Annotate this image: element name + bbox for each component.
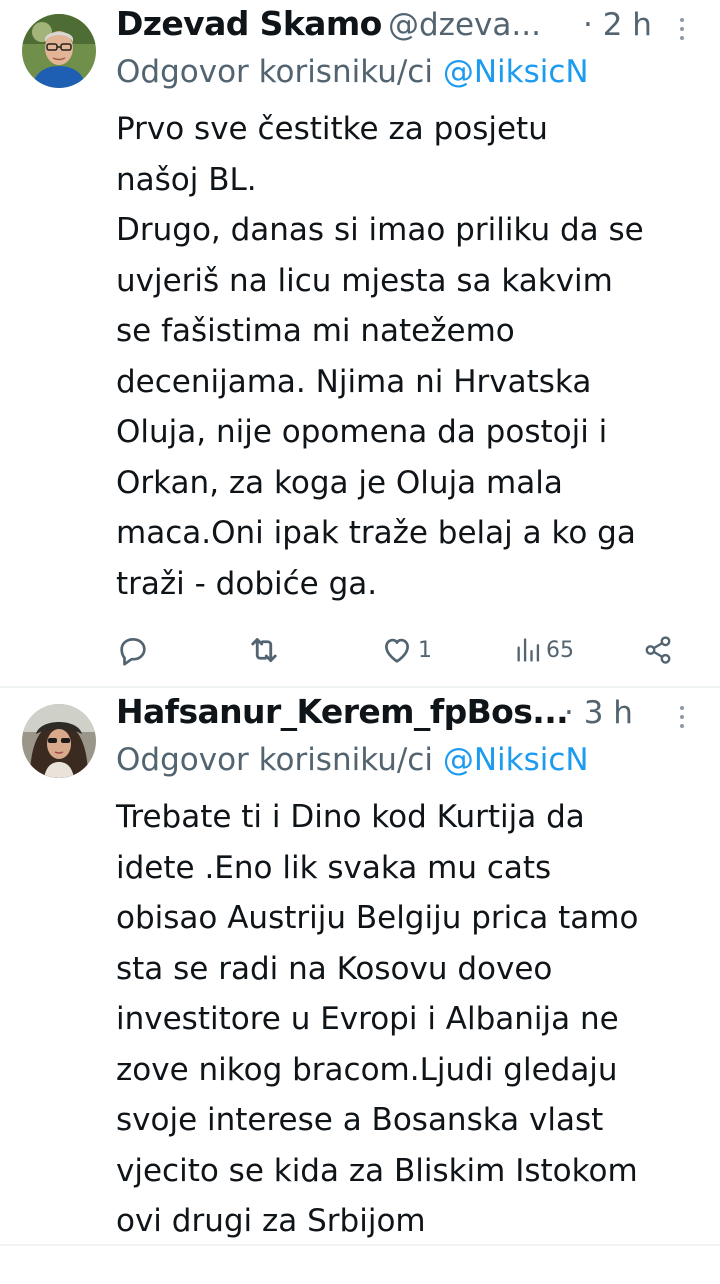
- timestamp[interactable]: · 3 h: [564, 695, 633, 731]
- timestamp[interactable]: · 2 h: [583, 7, 652, 43]
- more-icon[interactable]: [677, 18, 687, 48]
- heart-icon: [380, 633, 414, 667]
- reply-mention-link[interactable]: @NiksicN: [443, 742, 589, 778]
- author-name[interactable]: Dzevad Skamo: [116, 4, 382, 43]
- views-count: 65: [546, 637, 574, 663]
- reply-prefix: Odgovor korisniku/ci: [116, 54, 443, 90]
- avatar[interactable]: [22, 14, 96, 88]
- share-icon: [643, 635, 673, 665]
- views-icon: [514, 635, 542, 665]
- tweet-actions: 1 65: [0, 630, 720, 670]
- reply-icon: [116, 633, 150, 667]
- tweet-text: Prvo sve čestitke za posjetu našoj BL. D…: [116, 111, 644, 602]
- tweet-text: Trebate ti i Dino kod Kurtija da idete .…: [116, 799, 639, 1239]
- share-button[interactable]: [643, 630, 673, 670]
- reply-prefix: Odgovor korisniku/ci: [116, 742, 443, 778]
- tweet[interactable]: Dzevad Skamo @dzeva... · 2 h Odgovor kor…: [0, 0, 720, 686]
- composer-divider: [0, 1244, 720, 1246]
- avatar[interactable]: [22, 704, 96, 778]
- reply-context: Odgovor korisniku/ci @NiksicN: [116, 742, 589, 778]
- views-button[interactable]: 65: [514, 630, 574, 670]
- more-icon[interactable]: [677, 706, 687, 736]
- like-button[interactable]: 1: [380, 630, 432, 670]
- retweet-icon: [246, 632, 282, 668]
- reply-mention-link[interactable]: @NiksicN: [443, 54, 589, 90]
- like-count: 1: [418, 637, 432, 663]
- reply-context: Odgovor korisniku/ci @NiksicN: [116, 54, 589, 90]
- retweet-button[interactable]: [246, 630, 282, 670]
- reply-button[interactable]: [116, 630, 150, 670]
- tweet-text-clip: Trebate ti i Dino kod Kurtija da idete .…: [0, 792, 720, 1244]
- author-name[interactable]: Hafsanur_Kerem_fpBos...: [116, 692, 566, 731]
